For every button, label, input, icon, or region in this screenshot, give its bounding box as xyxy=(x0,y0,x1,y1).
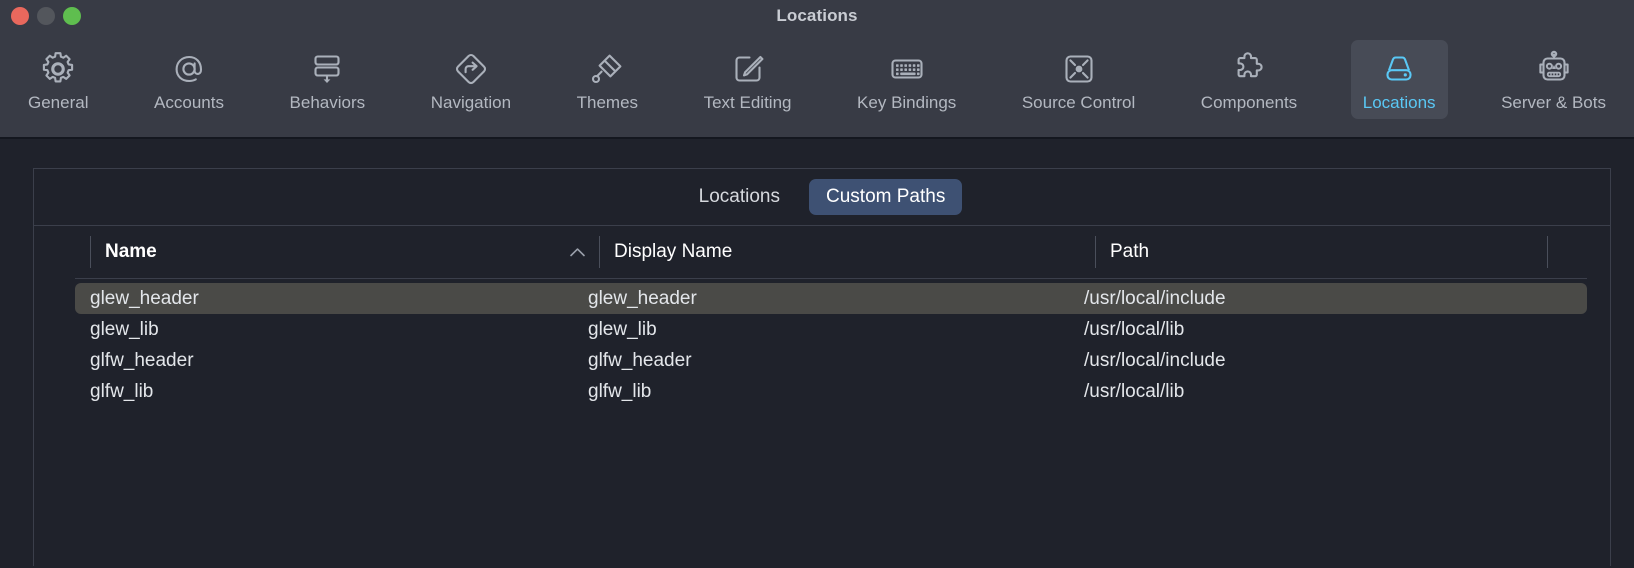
at-sign-icon xyxy=(170,48,208,90)
cell-name: glew_lib xyxy=(90,319,159,340)
toolbar-item-navigation[interactable]: Navigation xyxy=(419,40,523,119)
toolbar-item-label: Components xyxy=(1200,93,1298,112)
toolbar-item-label: General xyxy=(28,93,89,112)
source-control-icon xyxy=(1060,48,1098,90)
toolbar-item-label: Text Editing xyxy=(703,93,792,112)
zoom-button[interactable] xyxy=(63,6,81,25)
content-area: Locations Custom Paths Name Display Name xyxy=(0,139,1634,566)
toolbar-item-server-bots[interactable]: Server & Bots xyxy=(1489,40,1618,119)
minimize-button[interactable] xyxy=(37,6,55,25)
navigation-diamond-arrow-icon xyxy=(452,48,490,90)
column-header-name[interactable]: Name xyxy=(90,236,599,268)
toolbar-item-source-control[interactable]: Source Control xyxy=(1010,40,1147,119)
window-title: Locations xyxy=(776,5,858,25)
paintbrush-icon xyxy=(588,48,626,90)
toolbar-item-themes[interactable]: Themes xyxy=(565,40,650,119)
disk-drive-icon xyxy=(1380,48,1418,90)
behaviors-stack-icon xyxy=(308,48,346,90)
cell-path: /usr/local/lib xyxy=(1084,319,1185,340)
toolbar-item-label: Source Control xyxy=(1021,93,1136,112)
toolbar-item-label: Key Bindings xyxy=(857,93,957,112)
toolbar-item-key-bindings[interactable]: Key Bindings xyxy=(845,40,968,119)
cell-display-name: glew_lib xyxy=(588,319,657,340)
chevron-up-icon xyxy=(570,248,585,257)
table-row[interactable]: glew_header glew_header/usr/local/include xyxy=(75,283,1587,314)
tab-custom-paths[interactable]: Custom Paths xyxy=(809,179,963,215)
window-controls xyxy=(11,0,81,31)
gear-icon xyxy=(39,48,77,90)
keyboard-icon xyxy=(888,48,926,90)
table-row[interactable]: glfw_header glfw_header/usr/local/include xyxy=(75,345,1587,376)
table-body: glew_header glew_header/usr/local/include… xyxy=(34,279,1610,566)
window-titlebar: Locations xyxy=(0,0,1634,31)
toolbar-item-label: Navigation xyxy=(430,93,512,112)
custom-paths-table: Name Display Name Path glew_header glew_h… xyxy=(34,226,1610,566)
pencil-square-icon xyxy=(729,48,767,90)
toolbar-item-label: Themes xyxy=(576,93,639,112)
preferences-toolbar: General Accounts Behaviors Navigation Themes… xyxy=(0,31,1634,139)
column-header-display-name[interactable]: Display Name xyxy=(599,236,1095,268)
cell-display-name: glfw_lib xyxy=(588,381,652,402)
toolbar-item-label: Locations xyxy=(1362,93,1436,112)
puzzle-piece-icon xyxy=(1230,48,1268,90)
toolbar-item-label: Server & Bots xyxy=(1501,93,1606,112)
cell-path: /usr/local/lib xyxy=(1084,381,1185,402)
column-header-spacer xyxy=(1547,236,1575,268)
column-header-path[interactable]: Path xyxy=(1095,236,1547,268)
table-row[interactable]: glfw_lib glfw_lib/usr/local/lib xyxy=(75,376,1587,407)
toolbar-item-general[interactable]: General xyxy=(16,40,100,119)
toolbar-item-text-editing[interactable]: Text Editing xyxy=(692,40,804,119)
cell-path: /usr/local/include xyxy=(1084,350,1226,371)
column-header-name-label: Name xyxy=(105,241,157,262)
cell-name: glew_header xyxy=(90,288,199,309)
custom-paths-panel: Locations Custom Paths Name Display Name xyxy=(33,168,1611,566)
tab-locations[interactable]: Locations xyxy=(682,179,797,215)
segmented-control: Locations Custom Paths xyxy=(34,169,1610,226)
toolbar-item-accounts[interactable]: Accounts xyxy=(142,40,236,119)
close-button[interactable] xyxy=(11,6,29,25)
robot-icon xyxy=(1535,48,1573,90)
column-header-display-name-label: Display Name xyxy=(614,241,733,262)
toolbar-item-label: Behaviors xyxy=(289,93,366,112)
toolbar-item-locations[interactable]: Locations xyxy=(1350,40,1448,119)
cell-name: glfw_header xyxy=(90,350,194,371)
cell-path: /usr/local/include xyxy=(1084,288,1226,309)
toolbar-item-components[interactable]: Components xyxy=(1189,40,1309,119)
table-header-row: Name Display Name Path xyxy=(34,226,1610,278)
toolbar-item-label: Accounts xyxy=(154,93,224,112)
cell-display-name: glew_header xyxy=(588,288,697,309)
toolbar-item-behaviors[interactable]: Behaviors xyxy=(278,40,378,119)
cell-name: glfw_lib xyxy=(90,381,154,402)
column-header-path-label: Path xyxy=(1110,241,1150,262)
table-row[interactable]: glew_lib glew_lib/usr/local/lib xyxy=(75,314,1587,345)
cell-display-name: glfw_header xyxy=(588,350,692,371)
